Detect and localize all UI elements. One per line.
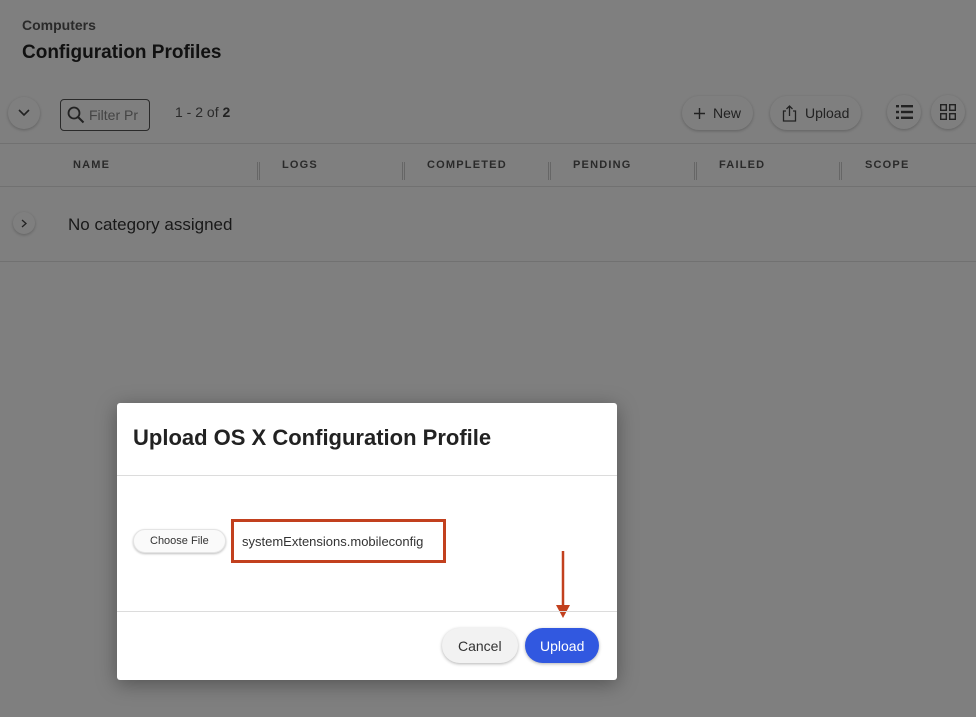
upload-profile-dialog: Upload OS X Configuration Profile Choose… [117,403,617,680]
divider [117,611,617,612]
choose-file-button[interactable]: Choose File [133,529,226,553]
upload-button[interactable]: Upload [525,628,600,663]
annotation-arrow [556,551,570,618]
divider [117,475,617,476]
selected-file-name: systemExtensions.mobileconfig [231,519,446,563]
dialog-title: Upload OS X Configuration Profile [133,425,492,450]
cancel-button[interactable]: Cancel [442,628,518,663]
